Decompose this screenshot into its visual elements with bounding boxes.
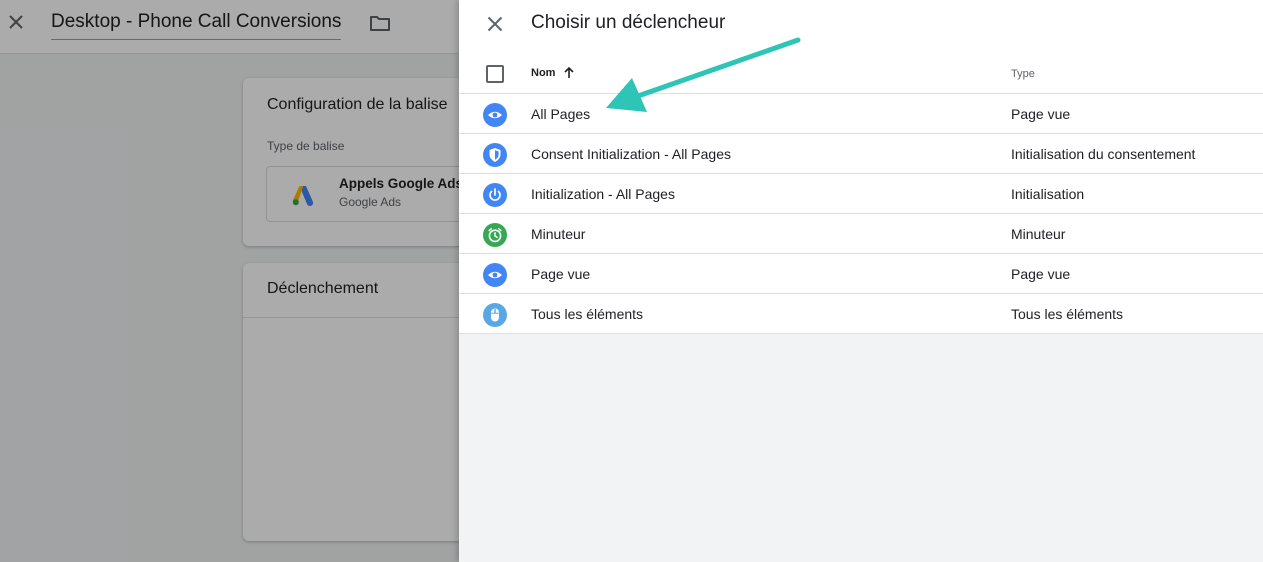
trigger-name: Page vue	[531, 266, 591, 282]
table-row[interactable]: Page vue Page vue	[459, 254, 1263, 294]
panel-header: Choisir un déclencheur	[459, 0, 1263, 54]
trigger-name: Tous les éléments	[531, 306, 644, 322]
table-header: Nom Type	[459, 54, 1263, 94]
trigger-type: Page vue	[1011, 266, 1071, 282]
eye-icon	[483, 103, 507, 127]
trigger-type: Tous les éléments	[1011, 306, 1124, 322]
trigger-name: Consent Initialization - All Pages	[531, 146, 731, 162]
table-row[interactable]: Tous les éléments Tous les éléments	[459, 294, 1263, 334]
trigger-type: Minuteur	[1011, 226, 1066, 242]
eye-icon	[483, 263, 507, 287]
column-header-type: Type	[1011, 68, 1035, 80]
trigger-type: Page vue	[1011, 106, 1071, 122]
trigger-name: Initialization - All Pages	[531, 186, 675, 202]
trigger-name: Minuteur	[531, 226, 586, 242]
column-header-name[interactable]: Nom	[531, 67, 555, 79]
table-row[interactable]: Initialization - All Pages Initialisatio…	[459, 174, 1263, 214]
table-row[interactable]: All Pages Page vue	[459, 94, 1263, 134]
close-icon[interactable]	[483, 12, 507, 36]
table-row[interactable]: Minuteur Minuteur	[459, 214, 1263, 254]
trigger-type: Initialisation du consentement	[1011, 146, 1196, 162]
alarm-icon	[483, 223, 507, 247]
trigger-name: All Pages	[531, 106, 591, 122]
panel-title: Choisir un déclencheur	[531, 12, 726, 33]
select-all-checkbox[interactable]	[486, 65, 504, 83]
trigger-type: Initialisation	[1011, 186, 1085, 202]
arrow-up-icon[interactable]	[562, 66, 576, 80]
shield-icon	[483, 143, 507, 167]
table-row[interactable]: Consent Initialization - All Pages Initi…	[459, 134, 1263, 174]
choose-trigger-panel: Choisir un déclencheur Nom Type All Page…	[459, 0, 1263, 562]
trigger-table: Nom Type All Pages Page vue Consent Init…	[459, 54, 1263, 334]
power-icon	[483, 183, 507, 207]
mouse-icon	[483, 303, 507, 327]
